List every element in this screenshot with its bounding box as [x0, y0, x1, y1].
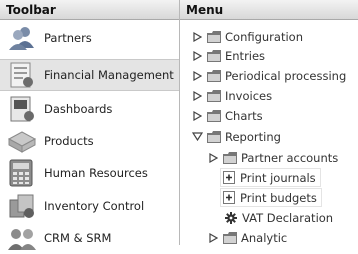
menu-item-periodical-processing[interactable]: Periodical processing [190, 66, 346, 85]
menu-item-print-journals[interactable]: Print journals [220, 168, 321, 187]
human-resources-icon [7, 159, 37, 187]
toolbar-item-products[interactable]: Products [0, 125, 179, 157]
folder-icon [207, 130, 221, 143]
toolbar-item-label: Partners [44, 31, 92, 45]
menu-item-invoices[interactable]: Invoices [190, 86, 272, 105]
toolbar-item-inventory-control[interactable]: Inventory Control [0, 190, 179, 222]
menu-item-vat-declaration[interactable]: VAT Declaration [225, 208, 333, 227]
collapse-arrow-icon[interactable] [190, 130, 204, 144]
menu-item-label: Reporting [225, 129, 281, 144]
toolbar-item-human-resources[interactable]: Human Resources [0, 157, 179, 189]
toolbar-item-label: Inventory Control [44, 199, 145, 213]
menu-header: Menu [180, 0, 358, 20]
menu-item-label: Configuration [225, 29, 303, 44]
toolbar-item-label: Dashboards [44, 102, 113, 116]
expand-arrow-icon[interactable] [206, 231, 220, 245]
toolbar-item-crm-srm[interactable]: CRM & SRM [0, 222, 179, 254]
document-icon [223, 171, 235, 184]
menu-item-reporting[interactable]: Reporting [190, 127, 281, 146]
toolbar-item-partners[interactable]: Partners [0, 22, 179, 54]
menu-item-label: Entries [225, 48, 266, 63]
menu-item-charts[interactable]: Charts [190, 106, 263, 125]
expand-arrow-icon[interactable] [190, 89, 204, 103]
toolbar-item-label: CRM & SRM [44, 231, 112, 245]
folder-icon [207, 109, 221, 122]
expand-arrow-icon[interactable] [206, 151, 220, 165]
folder-icon [207, 69, 221, 82]
menu-item-print-budgets[interactable]: Print budgets [220, 188, 322, 207]
dashboards-icon [7, 95, 37, 123]
menu-item-label: Periodical processing [225, 68, 347, 83]
menu-item-configuration[interactable]: Configuration [190, 27, 303, 46]
folder-icon [223, 231, 237, 244]
toolbar-item-financial-management[interactable]: Financial Management [0, 59, 179, 91]
main-window: Toolbar Partners Financial Management Da… [0, 0, 358, 250]
menu-item-label: Analytic [241, 230, 288, 245]
gear-icon [225, 211, 237, 224]
menu-item-partner-accounts[interactable]: Partner accounts [206, 148, 338, 167]
menu-item-entries[interactable]: Entries [190, 46, 265, 65]
folder-icon [223, 151, 237, 164]
inventory-control-icon [7, 192, 37, 220]
financial-management-icon [7, 61, 37, 89]
toolbar-item-label: Products [44, 134, 94, 148]
toolbar-header: Toolbar [0, 0, 179, 20]
folder-icon [207, 49, 221, 62]
toolbar-panel: Toolbar Partners Financial Management Da… [0, 0, 180, 250]
toolbar-item-label: Financial Management [44, 68, 174, 82]
menu-item-label: Invoices [225, 88, 273, 103]
menu-item-label: Print journals [240, 170, 316, 185]
folder-icon [207, 89, 221, 102]
menu-item-label: VAT Declaration [242, 210, 334, 225]
menu-item-label: Charts [225, 108, 263, 123]
document-icon [223, 191, 235, 204]
menu-panel: Menu Configuration Entries Periodical pr… [180, 0, 358, 245]
menu-item-analytic[interactable]: Analytic [206, 228, 287, 247]
crm-srm-icon [7, 224, 37, 252]
expand-arrow-icon[interactable] [190, 109, 204, 123]
menu-item-label: Partner accounts [241, 150, 339, 165]
partners-icon [7, 24, 37, 52]
toolbar-item-label: Human Resources [44, 166, 148, 180]
products-icon [7, 127, 37, 155]
toolbar-item-dashboards[interactable]: Dashboards [0, 93, 179, 125]
expand-arrow-icon[interactable] [190, 30, 204, 44]
menu-item-label: Print budgets [240, 190, 317, 205]
expand-arrow-icon[interactable] [190, 69, 204, 83]
expand-arrow-icon[interactable] [190, 49, 204, 63]
folder-icon [207, 30, 221, 43]
